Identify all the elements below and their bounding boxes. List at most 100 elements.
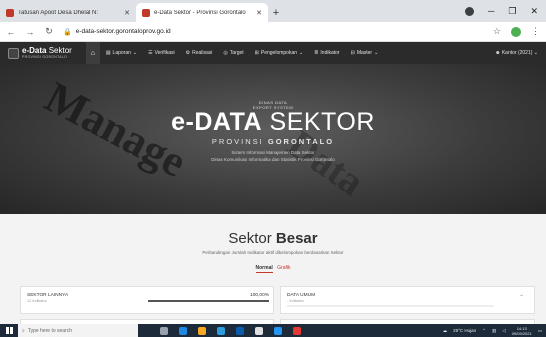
notification-icon[interactable]: ▭ xyxy=(538,328,542,334)
app-icon[interactable] xyxy=(255,326,263,335)
user-icon: ☻ xyxy=(495,50,501,56)
site-logo[interactable]: e-Data Sektor PROVINSI GORONTALO xyxy=(8,47,72,59)
minimize-icon[interactable]: ─ xyxy=(488,6,494,16)
task-view-icon[interactable] xyxy=(160,326,168,335)
forward-arrow-icon[interactable]: → xyxy=(25,27,35,37)
search-icon: ⌕ xyxy=(22,327,25,334)
section-title-bold: Besar xyxy=(275,230,318,247)
windows-logo-icon xyxy=(5,327,13,334)
close-icon[interactable]: ✕ xyxy=(256,9,262,17)
back-arrow-icon[interactable]: ← xyxy=(6,27,16,37)
section-subtitle: Perbandingan Jumlah Indikator aktif dike… xyxy=(202,250,344,255)
tab-title: Tatusan Apoot Desa Dhelal N: xyxy=(18,9,99,16)
menu-realisasi[interactable]: ⚙ Realisasi xyxy=(186,50,213,56)
menu-pengelompokan[interactable]: ⊞ Pengelompokan ⌄ xyxy=(255,50,304,56)
star-icon[interactable]: ☆ xyxy=(493,26,501,37)
weather-text[interactable]: 29°C Hujan xyxy=(453,328,476,333)
list-icon: ≣ xyxy=(314,50,319,56)
menu-verifikasi[interactable]: ☰ Verifikasi xyxy=(148,50,175,56)
more-menu-icon[interactable]: ⋮ xyxy=(531,26,540,37)
chevron-down-icon: ⌄ xyxy=(299,50,304,56)
home-icon: ⌂ xyxy=(90,49,95,57)
toggle-normal[interactable]: Normal xyxy=(255,265,273,273)
system-tray: ☁ 29°C Hujan ⌃ ▥ ◁ 14:13 09/09/2021 ▭ xyxy=(443,326,546,336)
address-bar: ← → ↻ 🔒 e-data-sektor.gorontaloprov.go.i… xyxy=(0,22,546,42)
file-explorer-icon[interactable] xyxy=(198,326,206,335)
chevron-down-icon: ⌄ xyxy=(533,50,538,56)
sector-card[interactable]: SEKTOR LAINNYA 12 Indikator 100,00% xyxy=(20,286,274,314)
user-label: Kantor (2021) xyxy=(501,50,533,56)
network-icon[interactable]: ▥ xyxy=(492,328,496,334)
logo-bold: e-Data xyxy=(22,46,47,55)
close-window-icon[interactable]: ✕ xyxy=(530,6,538,17)
menu-label: Pengelompokan xyxy=(260,50,298,56)
store-icon[interactable] xyxy=(217,326,225,335)
menu-label: Indikator xyxy=(320,50,340,56)
target-icon: ◎ xyxy=(223,50,228,56)
view-toggle: Normal Grafik xyxy=(0,265,546,273)
sector-name: DATA UMUM xyxy=(287,293,316,298)
sector-name: SEKTOR LAINNYA xyxy=(27,293,69,298)
chevron-up-icon[interactable]: ⌃ xyxy=(482,328,486,334)
url-text: e-data-sektor.gorontaloprov.go.id xyxy=(75,28,171,35)
sector-section: Sektor Besar Perbandingan Jumlah Indikat… xyxy=(0,214,546,324)
gear-icon: ⚙ xyxy=(185,50,191,56)
weather-icon: ☁ xyxy=(442,327,448,333)
sector-card[interactable]: DATA UMUM - Indikator ⌃ xyxy=(280,286,535,314)
search-placeholder: Type here to search xyxy=(27,327,73,334)
sector-progress-track xyxy=(148,300,269,302)
sector-progress-track xyxy=(287,305,494,307)
hero-title-bold: e-DATA xyxy=(171,108,263,136)
menu-indikator[interactable]: ≣ Indikator xyxy=(314,50,339,56)
file-icon: ▤ xyxy=(105,50,111,56)
hero-banner: Manage Data DINAS DATA EXPORT SYSTEM e-D… xyxy=(0,64,546,214)
clock-date: 09/09/2021 xyxy=(511,330,532,336)
logo-subtitle: PROVINSI GORONTALO xyxy=(22,55,68,59)
check-list-icon: ☰ xyxy=(148,50,153,56)
browser-tab-2[interactable]: e-Data Sektor - Provinsi Gorontalo ✕ xyxy=(136,3,268,22)
chevron-up-icon[interactable]: ⌃ xyxy=(519,294,524,301)
taskbar-search[interactable]: ⌕ Type here to search xyxy=(18,324,138,337)
hero-description: Dinas Komunikasi Informatika dan Statist… xyxy=(211,157,335,162)
province-bold: GORONTALO xyxy=(267,137,335,146)
group-icon: ⊞ xyxy=(254,50,259,56)
profile-avatar[interactable] xyxy=(511,26,521,37)
home-button[interactable]: ⌂ xyxy=(85,42,100,64)
province-light: PROVINSI xyxy=(211,137,264,146)
menu-master[interactable]: ⊟ Master ⌄ xyxy=(351,50,379,56)
menu-laporan[interactable]: ▤ Laporan ⌄ xyxy=(106,50,137,56)
chevron-down-icon: ⌄ xyxy=(374,50,379,56)
volume-icon[interactable]: ◁ xyxy=(502,328,505,334)
tab-title: e-Data Sektor - Provinsi Gorontalo xyxy=(154,9,246,16)
toggle-grafik[interactable]: Grafik xyxy=(277,265,290,271)
word-icon[interactable] xyxy=(274,326,282,335)
clock[interactable]: 14:13 09/09/2021 xyxy=(512,326,532,336)
window-controls: ─ ❐ ✕ xyxy=(464,0,546,22)
browser-tab-1[interactable]: Tatusan Apoot Desa Dhelal N: ✕ xyxy=(0,3,136,22)
sector-progress-fill xyxy=(148,300,269,302)
logo-light: Sektor xyxy=(48,46,72,55)
sector-indicator-count: 12 Indikator xyxy=(27,299,47,303)
reload-icon[interactable]: ↻ xyxy=(44,26,54,37)
section-title: Sektor Besar xyxy=(0,230,546,247)
restore-icon[interactable]: ❐ xyxy=(508,6,516,17)
new-tab-button[interactable]: + xyxy=(268,3,284,22)
menu-target[interactable]: ◎ Target xyxy=(223,50,243,56)
url-input[interactable]: 🔒 e-data-sektor.gorontaloprov.go.id xyxy=(63,25,484,39)
logo-emblem-icon xyxy=(8,47,19,59)
site-navbar: e-Data Sektor PROVINSI GORONTALO ⌂ ▤ Lapo… xyxy=(0,42,546,64)
edge-icon[interactable] xyxy=(179,326,187,335)
menu-label: Verifikasi xyxy=(154,50,175,56)
mail-icon[interactable] xyxy=(236,326,244,335)
extension-icon[interactable] xyxy=(464,6,474,16)
close-icon[interactable]: ✕ xyxy=(124,9,130,17)
user-menu[interactable]: ☻ Kantor (2021) ⌄ xyxy=(495,50,538,56)
menu-label: Laporan xyxy=(112,50,131,56)
start-button[interactable] xyxy=(0,324,18,337)
menu-label: Realisasi xyxy=(192,50,213,56)
chrome-icon[interactable] xyxy=(293,326,301,335)
site-favicon-icon xyxy=(142,8,150,17)
hero-description: Sistem Informasi Manajemen Data Sektor xyxy=(231,150,315,155)
menu-label: Master xyxy=(356,50,373,56)
taskbar-apps xyxy=(160,326,301,335)
